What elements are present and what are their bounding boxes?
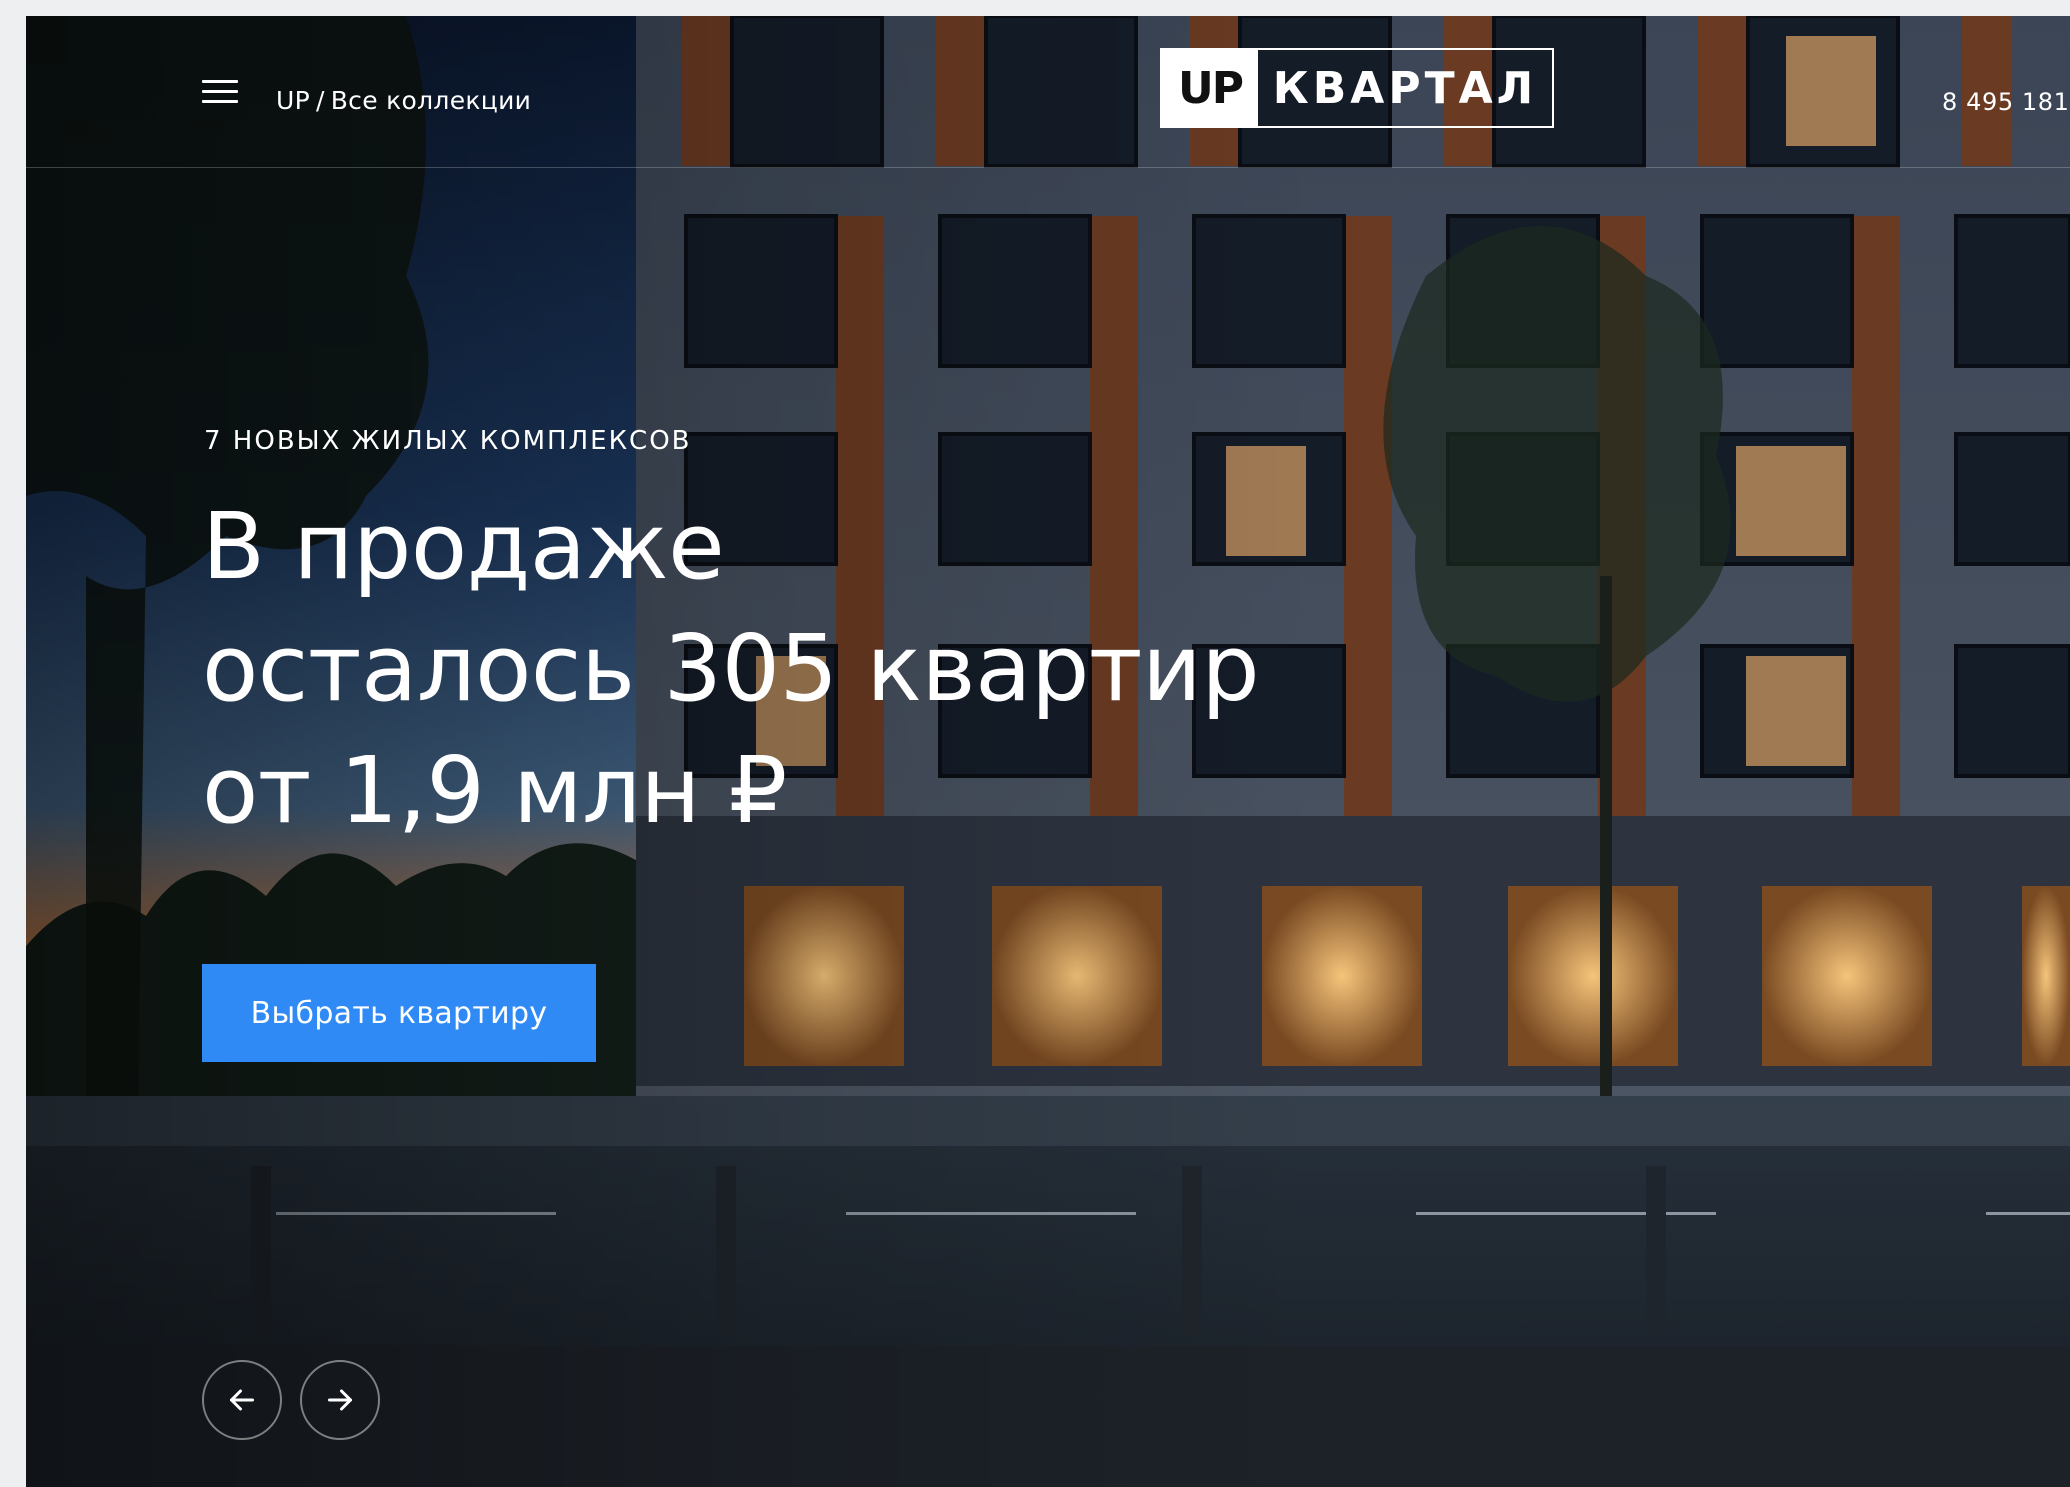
hero-headline-line-1: В продаже	[202, 493, 725, 600]
breadcrumb-home-link[interactable]: UP	[276, 86, 310, 115]
menu-icon[interactable]	[202, 76, 240, 106]
hero-headline-line-3: от 1,9 млн ₽	[202, 737, 787, 844]
breadcrumb-all-collections-link[interactable]: Все коллекции	[331, 86, 531, 115]
site-header: UP / Все коллекции UP КВАРТАЛ 8 495 181	[26, 16, 2070, 168]
hero-headline: В продаже осталось 305 квартир от 1,9 мл…	[202, 486, 1260, 852]
site-logo[interactable]: UP КВАРТАЛ	[1160, 48, 1554, 128]
breadcrumb: UP / Все коллекции	[276, 86, 531, 115]
phone-number[interactable]: 8 495 181	[1942, 88, 2070, 116]
choose-apartment-button[interactable]: Выбрать квартиру	[202, 964, 596, 1062]
slider-next-button[interactable]	[300, 1360, 380, 1440]
slider-prev-button[interactable]	[202, 1360, 282, 1440]
logo-mark: UP	[1162, 50, 1258, 126]
logo-text: КВАРТАЛ	[1272, 62, 1538, 114]
breadcrumb-separator: /	[315, 86, 325, 115]
hero-eyebrow: 7 НОВЫХ ЖИЛЫХ КОМПЛЕКСОВ	[204, 426, 692, 456]
arrow-left-icon	[230, 1389, 254, 1411]
hero-headline-line-2: осталось 305 квартир	[202, 615, 1260, 722]
arrow-right-icon	[328, 1389, 352, 1411]
hero-page: UP / Все коллекции UP КВАРТАЛ 8 495 181 7 …	[26, 16, 2070, 1487]
